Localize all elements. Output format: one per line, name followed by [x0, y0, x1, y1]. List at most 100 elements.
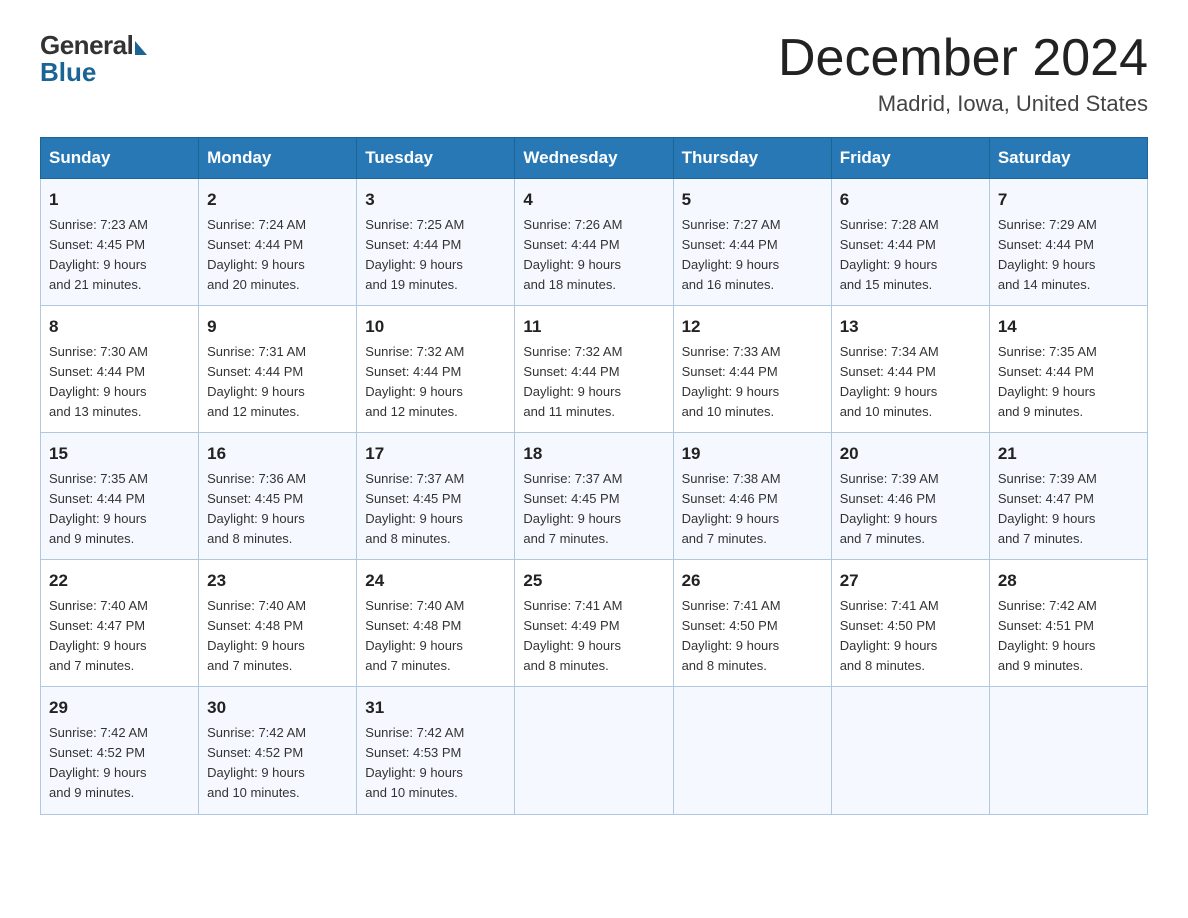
day-info: Sunrise: 7:24 AMSunset: 4:44 PMDaylight:…	[207, 215, 348, 296]
day-info: Sunrise: 7:32 AMSunset: 4:44 PMDaylight:…	[523, 342, 664, 423]
day-info: Sunrise: 7:41 AMSunset: 4:50 PMDaylight:…	[840, 596, 981, 677]
day-info: Sunrise: 7:41 AMSunset: 4:49 PMDaylight:…	[523, 596, 664, 677]
calendar-cell: 22Sunrise: 7:40 AMSunset: 4:47 PMDayligh…	[41, 560, 199, 687]
calendar-week-row: 1Sunrise: 7:23 AMSunset: 4:45 PMDaylight…	[41, 179, 1148, 306]
calendar-week-row: 15Sunrise: 7:35 AMSunset: 4:44 PMDayligh…	[41, 433, 1148, 560]
day-info: Sunrise: 7:35 AMSunset: 4:44 PMDaylight:…	[998, 342, 1139, 423]
logo-arrow-icon	[135, 41, 147, 55]
calendar-cell	[989, 687, 1147, 814]
day-info: Sunrise: 7:39 AMSunset: 4:46 PMDaylight:…	[840, 469, 981, 550]
day-number: 2	[207, 187, 348, 213]
day-number: 28	[998, 568, 1139, 594]
calendar-cell: 5Sunrise: 7:27 AMSunset: 4:44 PMDaylight…	[673, 179, 831, 306]
day-number: 5	[682, 187, 823, 213]
day-info: Sunrise: 7:40 AMSunset: 4:48 PMDaylight:…	[365, 596, 506, 677]
day-number: 31	[365, 695, 506, 721]
day-number: 25	[523, 568, 664, 594]
col-header-tuesday: Tuesday	[357, 138, 515, 179]
day-info: Sunrise: 7:34 AMSunset: 4:44 PMDaylight:…	[840, 342, 981, 423]
calendar-cell: 20Sunrise: 7:39 AMSunset: 4:46 PMDayligh…	[831, 433, 989, 560]
col-header-sunday: Sunday	[41, 138, 199, 179]
day-number: 23	[207, 568, 348, 594]
day-info: Sunrise: 7:27 AMSunset: 4:44 PMDaylight:…	[682, 215, 823, 296]
calendar-cell: 23Sunrise: 7:40 AMSunset: 4:48 PMDayligh…	[199, 560, 357, 687]
day-number: 8	[49, 314, 190, 340]
logo-blue-text: Blue	[40, 57, 96, 88]
day-number: 27	[840, 568, 981, 594]
day-number: 20	[840, 441, 981, 467]
day-number: 30	[207, 695, 348, 721]
calendar-cell: 4Sunrise: 7:26 AMSunset: 4:44 PMDaylight…	[515, 179, 673, 306]
logo: General Blue	[40, 30, 147, 88]
day-number: 21	[998, 441, 1139, 467]
col-header-monday: Monday	[199, 138, 357, 179]
calendar-week-row: 8Sunrise: 7:30 AMSunset: 4:44 PMDaylight…	[41, 306, 1148, 433]
calendar-cell: 11Sunrise: 7:32 AMSunset: 4:44 PMDayligh…	[515, 306, 673, 433]
day-number: 6	[840, 187, 981, 213]
day-info: Sunrise: 7:42 AMSunset: 4:51 PMDaylight:…	[998, 596, 1139, 677]
calendar-cell: 24Sunrise: 7:40 AMSunset: 4:48 PMDayligh…	[357, 560, 515, 687]
col-header-friday: Friday	[831, 138, 989, 179]
calendar-week-row: 29Sunrise: 7:42 AMSunset: 4:52 PMDayligh…	[41, 687, 1148, 814]
calendar-cell: 10Sunrise: 7:32 AMSunset: 4:44 PMDayligh…	[357, 306, 515, 433]
calendar-cell: 31Sunrise: 7:42 AMSunset: 4:53 PMDayligh…	[357, 687, 515, 814]
day-number: 19	[682, 441, 823, 467]
calendar-cell: 26Sunrise: 7:41 AMSunset: 4:50 PMDayligh…	[673, 560, 831, 687]
calendar-cell: 12Sunrise: 7:33 AMSunset: 4:44 PMDayligh…	[673, 306, 831, 433]
day-number: 17	[365, 441, 506, 467]
calendar-cell: 2Sunrise: 7:24 AMSunset: 4:44 PMDaylight…	[199, 179, 357, 306]
calendar-cell: 9Sunrise: 7:31 AMSunset: 4:44 PMDaylight…	[199, 306, 357, 433]
calendar-cell: 6Sunrise: 7:28 AMSunset: 4:44 PMDaylight…	[831, 179, 989, 306]
day-info: Sunrise: 7:30 AMSunset: 4:44 PMDaylight:…	[49, 342, 190, 423]
page-header: General Blue December 2024 Madrid, Iowa,…	[40, 30, 1148, 117]
day-info: Sunrise: 7:40 AMSunset: 4:48 PMDaylight:…	[207, 596, 348, 677]
day-info: Sunrise: 7:36 AMSunset: 4:45 PMDaylight:…	[207, 469, 348, 550]
day-info: Sunrise: 7:32 AMSunset: 4:44 PMDaylight:…	[365, 342, 506, 423]
day-number: 26	[682, 568, 823, 594]
calendar-cell: 14Sunrise: 7:35 AMSunset: 4:44 PMDayligh…	[989, 306, 1147, 433]
calendar-cell: 21Sunrise: 7:39 AMSunset: 4:47 PMDayligh…	[989, 433, 1147, 560]
calendar-cell: 25Sunrise: 7:41 AMSunset: 4:49 PMDayligh…	[515, 560, 673, 687]
day-number: 4	[523, 187, 664, 213]
calendar-cell: 17Sunrise: 7:37 AMSunset: 4:45 PMDayligh…	[357, 433, 515, 560]
day-info: Sunrise: 7:42 AMSunset: 4:52 PMDaylight:…	[207, 723, 348, 804]
day-number: 10	[365, 314, 506, 340]
col-header-wednesday: Wednesday	[515, 138, 673, 179]
calendar-table: SundayMondayTuesdayWednesdayThursdayFrid…	[40, 137, 1148, 814]
day-number: 3	[365, 187, 506, 213]
day-info: Sunrise: 7:37 AMSunset: 4:45 PMDaylight:…	[523, 469, 664, 550]
col-header-thursday: Thursday	[673, 138, 831, 179]
day-number: 9	[207, 314, 348, 340]
day-info: Sunrise: 7:33 AMSunset: 4:44 PMDaylight:…	[682, 342, 823, 423]
day-info: Sunrise: 7:39 AMSunset: 4:47 PMDaylight:…	[998, 469, 1139, 550]
calendar-cell: 7Sunrise: 7:29 AMSunset: 4:44 PMDaylight…	[989, 179, 1147, 306]
calendar-cell: 18Sunrise: 7:37 AMSunset: 4:45 PMDayligh…	[515, 433, 673, 560]
day-number: 13	[840, 314, 981, 340]
calendar-cell	[515, 687, 673, 814]
day-number: 29	[49, 695, 190, 721]
day-info: Sunrise: 7:23 AMSunset: 4:45 PMDaylight:…	[49, 215, 190, 296]
calendar-week-row: 22Sunrise: 7:40 AMSunset: 4:47 PMDayligh…	[41, 560, 1148, 687]
day-number: 11	[523, 314, 664, 340]
day-number: 1	[49, 187, 190, 213]
calendar-cell: 19Sunrise: 7:38 AMSunset: 4:46 PMDayligh…	[673, 433, 831, 560]
calendar-cell: 30Sunrise: 7:42 AMSunset: 4:52 PMDayligh…	[199, 687, 357, 814]
day-info: Sunrise: 7:42 AMSunset: 4:52 PMDaylight:…	[49, 723, 190, 804]
day-number: 7	[998, 187, 1139, 213]
calendar-cell: 8Sunrise: 7:30 AMSunset: 4:44 PMDaylight…	[41, 306, 199, 433]
month-year-title: December 2024	[778, 30, 1148, 87]
calendar-cell: 15Sunrise: 7:35 AMSunset: 4:44 PMDayligh…	[41, 433, 199, 560]
day-number: 18	[523, 441, 664, 467]
calendar-cell	[831, 687, 989, 814]
day-number: 16	[207, 441, 348, 467]
day-number: 14	[998, 314, 1139, 340]
day-info: Sunrise: 7:38 AMSunset: 4:46 PMDaylight:…	[682, 469, 823, 550]
day-info: Sunrise: 7:42 AMSunset: 4:53 PMDaylight:…	[365, 723, 506, 804]
day-info: Sunrise: 7:41 AMSunset: 4:50 PMDaylight:…	[682, 596, 823, 677]
day-info: Sunrise: 7:35 AMSunset: 4:44 PMDaylight:…	[49, 469, 190, 550]
day-info: Sunrise: 7:28 AMSunset: 4:44 PMDaylight:…	[840, 215, 981, 296]
day-number: 24	[365, 568, 506, 594]
calendar-cell: 1Sunrise: 7:23 AMSunset: 4:45 PMDaylight…	[41, 179, 199, 306]
day-info: Sunrise: 7:37 AMSunset: 4:45 PMDaylight:…	[365, 469, 506, 550]
calendar-cell: 3Sunrise: 7:25 AMSunset: 4:44 PMDaylight…	[357, 179, 515, 306]
